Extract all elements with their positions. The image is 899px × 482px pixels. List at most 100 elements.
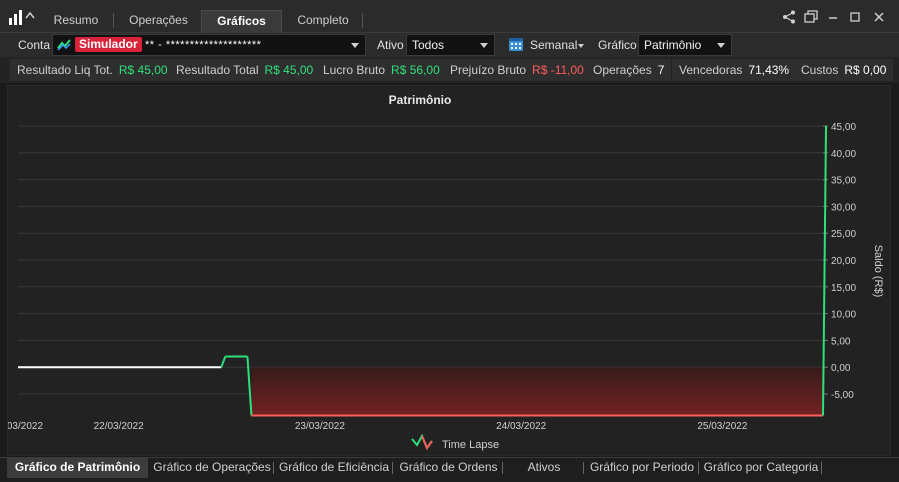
series-segment xyxy=(246,356,253,416)
data-point xyxy=(822,414,824,416)
stats-bar: Resultado Liq Tot. R$ 45,00 Resultado Tot… xyxy=(0,57,899,83)
stat-custos: Custos R$ 0,00 xyxy=(794,59,894,81)
stat-resultado-total: Resultado Total R$ 45,00 xyxy=(169,59,321,81)
ativo-label: Ativo xyxy=(377,38,404,52)
x-tick-label: 21/03/2022 xyxy=(8,421,43,432)
legend-line-icon xyxy=(421,435,433,451)
tab-separator xyxy=(273,462,274,474)
stat-value: R$ 45,00 xyxy=(118,63,168,77)
data-point xyxy=(17,366,19,368)
title-bar: Resumo Operações Gráficos Completo xyxy=(0,0,899,33)
stat-value: 7 xyxy=(657,63,665,77)
simulator-badge: Simulador xyxy=(75,37,142,52)
tab-operacoes[interactable]: Operações xyxy=(116,10,201,33)
simulator-icon xyxy=(57,39,71,51)
ativo-select[interactable]: Todos xyxy=(406,34,495,56)
x-tick-label: 25/03/2022 xyxy=(697,421,747,432)
tab-separator xyxy=(698,462,699,474)
grafico-select[interactable]: Patrimônio xyxy=(638,34,732,56)
tab-separator xyxy=(113,13,114,28)
restore-window-icon[interactable] xyxy=(803,9,819,25)
grafico-value: Patrimônio xyxy=(644,38,702,52)
series-segment xyxy=(822,125,828,416)
data-point xyxy=(250,414,252,416)
btab-ativos[interactable]: Ativos xyxy=(506,458,582,478)
tab-completo[interactable]: Completo xyxy=(284,10,362,33)
conta-label: Conta xyxy=(18,38,51,52)
stat-value: 71,43% xyxy=(748,63,790,77)
y-tick-label: 5,00 xyxy=(831,336,851,347)
calendar-icon[interactable] xyxy=(508,36,524,52)
chart-panel: Patrimônio 45,00 40,00 35,00 30,00 25,00 20,0… xyxy=(0,85,891,456)
stat-value: R$ 56,00 xyxy=(391,63,440,77)
tab-separator xyxy=(821,462,822,474)
tab-graficos[interactable]: Gráficos xyxy=(201,10,282,33)
share-icon[interactable] xyxy=(781,9,797,25)
grafico-label: Gráfico xyxy=(598,38,637,52)
btab-patrimonio[interactable]: Gráfico de Patrimônio xyxy=(7,458,148,478)
btab-categoria[interactable]: Gráfico por Categoria xyxy=(702,458,820,478)
stat-prejuizo-bruto: Prejuízo Bruto R$ -11,00 xyxy=(443,59,591,81)
stat-vencedoras: Vencedoras 71,43% xyxy=(672,59,797,81)
tab-resumo[interactable]: Resumo xyxy=(40,10,112,33)
patrimonio-chart: Patrimônio 45,00 40,00 35,00 30,00 25,00 20,0… xyxy=(0,93,884,451)
stat-lucro-bruto: Lucro Bruto R$ 56,00 xyxy=(316,59,447,81)
series-segment xyxy=(220,356,227,368)
account-number: ** - ******************** xyxy=(145,39,262,51)
stat-label: Vencedoras xyxy=(679,63,743,77)
stat-label: Lucro Bruto xyxy=(323,63,386,77)
tab-separator xyxy=(362,13,363,28)
tab-separator xyxy=(583,462,584,474)
chevron-down-icon xyxy=(351,43,359,48)
chevron-down-icon[interactable] xyxy=(578,44,584,48)
stat-label: Operações xyxy=(593,63,652,77)
y-tick-label: 0,00 xyxy=(831,363,851,374)
chart-legend[interactable]: Time Lapse xyxy=(411,433,499,451)
y-tick-label: 20,00 xyxy=(831,256,856,267)
y-tick-label: 10,00 xyxy=(831,310,856,321)
y-tick-label: 45,00 xyxy=(831,122,856,133)
y-tick-label: 40,00 xyxy=(831,149,856,160)
tab-separator xyxy=(502,462,503,474)
data-point xyxy=(246,355,248,357)
y-tick-label: 15,00 xyxy=(831,283,856,294)
x-tick-label: 24/03/2022 xyxy=(496,421,546,432)
stat-label: Custos xyxy=(801,63,839,77)
stat-label: Resultado Total xyxy=(176,63,259,77)
btab-ordens[interactable]: Gráfico de Ordens xyxy=(396,458,501,478)
y-tick-label: -5,00 xyxy=(831,390,854,401)
ativo-value: Todos xyxy=(412,38,445,52)
stat-operacoes: Operações 7 xyxy=(586,59,672,81)
chart-title: Patrimônio xyxy=(389,93,452,107)
filter-bar: Conta Simulador ** - *******************… xyxy=(0,33,899,57)
stat-value: R$ 45,00 xyxy=(264,63,314,77)
y-tick-label: 30,00 xyxy=(831,202,856,213)
conta-select[interactable]: Simulador ** - ******************** xyxy=(52,34,366,56)
close-icon[interactable] xyxy=(871,9,887,25)
stat-label: Resultado Liq Tot. xyxy=(17,63,113,77)
y-tick-label: 35,00 xyxy=(831,176,856,187)
periodo-select[interactable]: Semanal xyxy=(530,38,577,52)
btab-eficiencia[interactable]: Gráfico de Eficiência xyxy=(277,458,391,478)
data-point xyxy=(220,366,222,368)
data-point xyxy=(224,355,226,357)
maximize-icon[interactable] xyxy=(847,9,863,25)
x-tick-label: 22/03/2022 xyxy=(94,421,144,432)
chevron-down-icon xyxy=(717,43,725,48)
btab-periodo[interactable]: Gráfico por Periodo xyxy=(587,458,697,478)
stat-label: Prejuízo Bruto xyxy=(450,63,527,77)
y-tick-label: 25,00 xyxy=(831,229,856,240)
data-point xyxy=(825,125,827,127)
legend-label: Time Lapse xyxy=(442,439,499,451)
btab-operacoes[interactable]: Gráfico de Operações xyxy=(152,458,272,478)
stat-value: R$ 0,00 xyxy=(844,63,887,77)
chart-type-tabs: Gráfico de Patrimônio Gráfico de Operaçõ… xyxy=(0,457,899,482)
y-axis-label: Saldo (R$) xyxy=(872,245,884,298)
x-tick-label: 23/03/2022 xyxy=(295,421,345,432)
chevron-down-icon xyxy=(480,43,488,48)
drawdown-area xyxy=(251,367,823,416)
stat-value: R$ -11,00 xyxy=(532,63,584,77)
minimize-icon[interactable] xyxy=(825,9,841,25)
tab-separator xyxy=(392,462,393,474)
stat-resultado-liq: Resultado Liq Tot. R$ 45,00 xyxy=(10,59,175,81)
